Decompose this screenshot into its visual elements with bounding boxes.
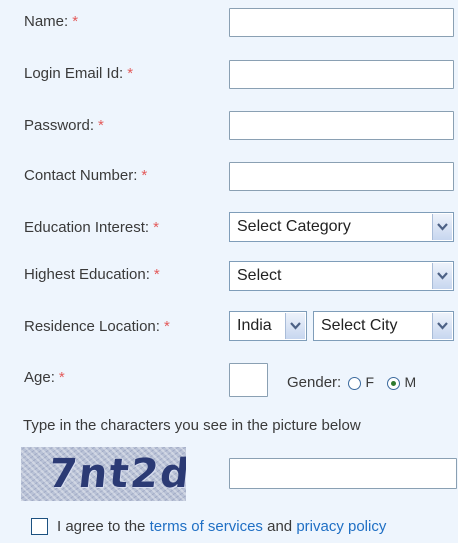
gender-female-radio[interactable] bbox=[348, 376, 362, 390]
city-select[interactable]: Select City bbox=[313, 311, 454, 341]
gender-male-radio[interactable] bbox=[387, 376, 401, 390]
age-input[interactable] bbox=[229, 363, 268, 397]
country-select[interactable]: India bbox=[229, 311, 307, 341]
age-label-text: Age: bbox=[24, 369, 55, 386]
agree-checkbox[interactable] bbox=[31, 518, 48, 535]
name-label-text: Name: bbox=[24, 13, 69, 30]
privacy-policy-link[interactable]: privacy policy bbox=[296, 518, 386, 535]
education-interest-label: Education Interest: * bbox=[24, 219, 159, 236]
captcha-image-text: 7nt2d bbox=[46, 451, 186, 497]
password-label: Password: * bbox=[24, 117, 104, 134]
agree-prefix: I agree to the bbox=[57, 518, 150, 535]
education-interest-label-text: Education Interest: bbox=[24, 219, 150, 236]
required-marker: * bbox=[98, 117, 104, 134]
gender-group: Gender: F M bbox=[287, 374, 416, 391]
terms-of-services-link[interactable]: terms of services bbox=[150, 518, 263, 535]
required-marker: * bbox=[127, 65, 134, 82]
required-marker: * bbox=[58, 369, 65, 386]
residence-location-label: Residence Location: * bbox=[24, 318, 170, 335]
highest-education-value: Select bbox=[237, 267, 282, 284]
captcha-input[interactable] bbox=[229, 458, 457, 489]
chevron-down-icon[interactable] bbox=[432, 214, 452, 240]
captcha-image: 7nt2d bbox=[21, 447, 186, 501]
residence-location-label-text: Residence Location: bbox=[24, 318, 160, 335]
highest-education-label: Highest Education: * bbox=[24, 266, 160, 283]
required-marker: * bbox=[163, 318, 170, 335]
name-input[interactable] bbox=[229, 8, 454, 37]
country-value: India bbox=[237, 317, 272, 334]
email-input[interactable] bbox=[229, 60, 454, 89]
age-label: Age: * bbox=[24, 369, 65, 386]
agree-and: and bbox=[262, 518, 297, 535]
agree-text: I agree to the terms of services and pri… bbox=[57, 518, 386, 535]
required-marker: * bbox=[72, 13, 79, 30]
contact-label: Contact Number: * bbox=[24, 167, 147, 184]
chevron-down-icon[interactable] bbox=[432, 263, 452, 289]
required-marker: * bbox=[153, 266, 160, 283]
chevron-down-icon[interactable] bbox=[285, 313, 305, 339]
highest-education-label-text: Highest Education: bbox=[24, 266, 150, 283]
required-marker: * bbox=[141, 167, 148, 184]
name-label: Name: * bbox=[24, 13, 78, 30]
gender-female-label: F bbox=[365, 374, 375, 390]
password-input[interactable] bbox=[229, 111, 454, 140]
education-interest-select[interactable]: Select Category bbox=[229, 212, 454, 242]
password-label-text: Password: bbox=[24, 117, 95, 134]
required-marker: * bbox=[153, 219, 159, 236]
captcha-instruction: Type in the characters you see in the pi… bbox=[23, 417, 361, 434]
education-interest-value: Select Category bbox=[237, 218, 351, 235]
email-label-text: Login Email Id: bbox=[24, 65, 124, 82]
contact-label-text: Contact Number: bbox=[24, 167, 138, 184]
contact-number-input[interactable] bbox=[229, 162, 454, 191]
gender-label: Gender: bbox=[287, 374, 342, 391]
chevron-down-icon[interactable] bbox=[432, 313, 452, 339]
city-value: Select City bbox=[321, 317, 398, 334]
highest-education-select[interactable]: Select bbox=[229, 261, 454, 291]
registration-form: Name: * Login Email Id: * Password: * Conta… bbox=[0, 0, 458, 543]
gender-male-label: M bbox=[404, 374, 417, 390]
email-label: Login Email Id: * bbox=[24, 65, 133, 82]
